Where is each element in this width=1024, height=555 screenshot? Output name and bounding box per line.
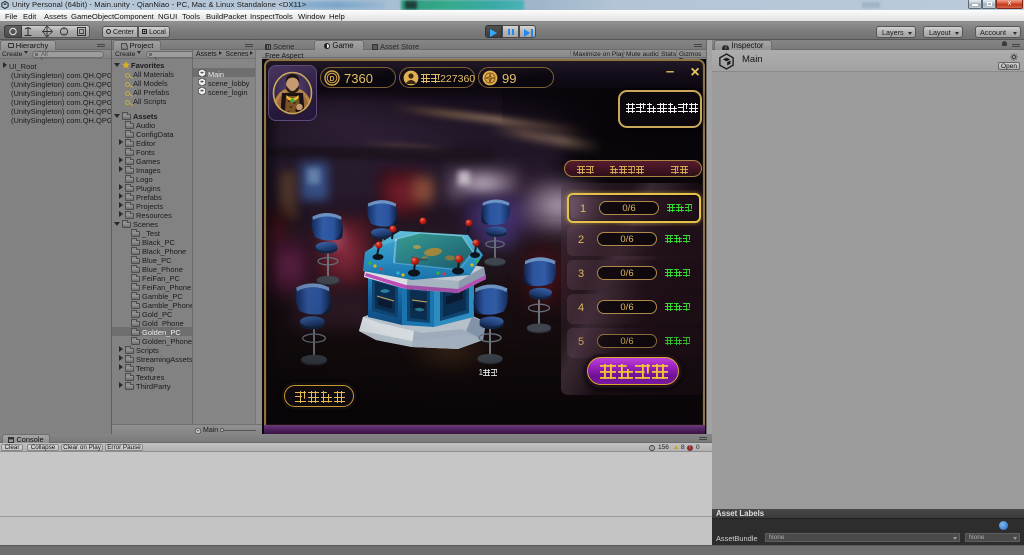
svg-text:D: D [329,75,334,82]
svg-text:$: $ [488,75,492,82]
